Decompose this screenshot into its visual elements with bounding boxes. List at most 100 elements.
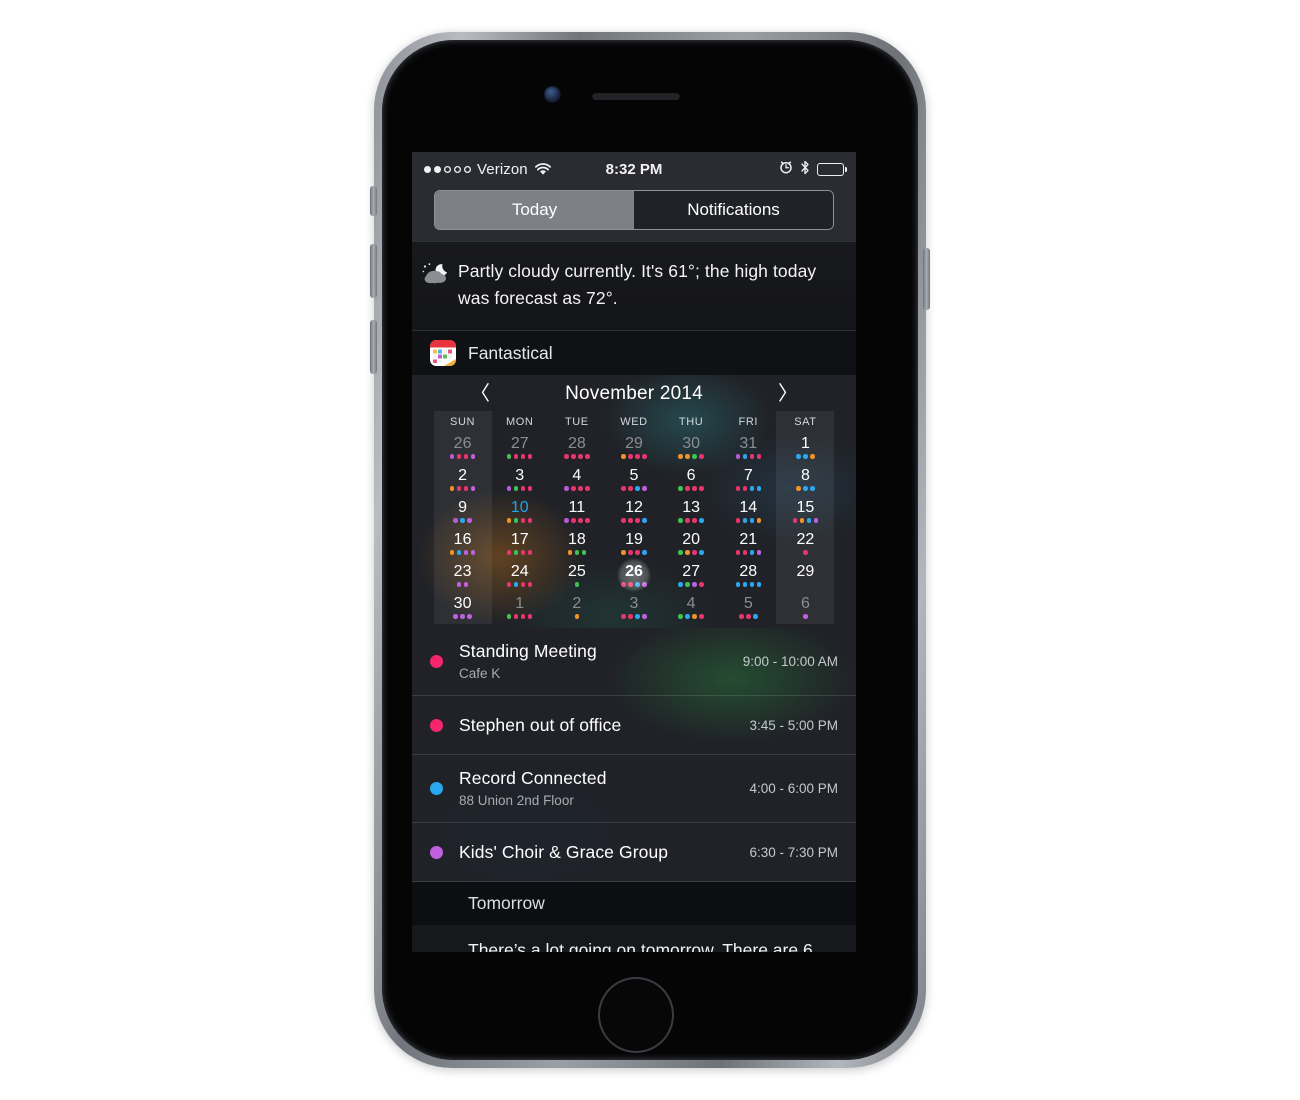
- calendar-day-cell[interactable]: 11: [548, 496, 605, 528]
- calendar-day-cell[interactable]: 2: [434, 464, 491, 496]
- calendar-day-cell[interactable]: 12: [605, 496, 662, 528]
- calendar-day-cell[interactable]: 27: [491, 432, 548, 464]
- calendar-day-cell[interactable]: 1: [491, 592, 548, 624]
- calendar-day-cell[interactable]: 22: [777, 528, 834, 560]
- calendar-day-number: 27: [510, 435, 529, 452]
- calendar-day-cell[interactable]: 14: [720, 496, 777, 528]
- calendar-day-cell[interactable]: 29: [605, 432, 662, 464]
- calendar-day-cell[interactable]: 10: [491, 496, 548, 528]
- prev-month-button[interactable]: 〈: [470, 384, 490, 404]
- calendar-day-cell[interactable]: 30: [663, 432, 720, 464]
- calendar-day-number: 1: [800, 435, 810, 452]
- calendar-day-cell[interactable]: 18: [548, 528, 605, 560]
- event-dot: [692, 518, 697, 523]
- event-dot: [449, 550, 455, 555]
- calendar-day-cell[interactable]: 28: [548, 432, 605, 464]
- calendar-day-cell[interactable]: 28: [720, 560, 777, 592]
- event-dot: [739, 614, 744, 619]
- calendar-day-cell[interactable]: 3: [491, 464, 548, 496]
- calendar-day-cell[interactable]: 6: [663, 464, 720, 496]
- event-dot: [506, 614, 512, 619]
- event-row[interactable]: Kids' Choir & Grace Group 6:30 - 7:30 PM: [412, 823, 856, 882]
- home-button[interactable]: [598, 977, 674, 1053]
- calendar-day-cell[interactable]: 19: [605, 528, 662, 560]
- power-button[interactable]: [923, 248, 930, 310]
- calendar-day-number: 10: [510, 499, 529, 516]
- event-dot: [749, 550, 755, 555]
- calendar-day-cell[interactable]: 16: [434, 528, 491, 560]
- calendar-day-cell[interactable]: 20: [663, 528, 720, 560]
- notification-center-tabs: Today Notifications: [412, 186, 856, 241]
- calendar-day-number: 21: [739, 531, 758, 548]
- event-color-dot: [430, 845, 443, 859]
- calendar-day-cell[interactable]: 17: [491, 528, 548, 560]
- calendar-day-cell[interactable]: 13: [663, 496, 720, 528]
- event-dot: [467, 518, 472, 523]
- event-dots: [434, 550, 491, 558]
- calendar-day-number: 5: [629, 467, 639, 484]
- event-dot: [621, 518, 626, 523]
- event-dot: [513, 518, 519, 523]
- event-dots: [720, 518, 777, 526]
- calendar-day-number: 18: [567, 531, 586, 548]
- next-month-button[interactable]: 〉: [778, 384, 798, 404]
- calendar-day-cell[interactable]: 25: [548, 560, 605, 592]
- event-dots: [777, 582, 834, 590]
- calendar-day-cell[interactable]: 8: [777, 464, 834, 496]
- event-body: Standing Meeting Cafe K: [459, 640, 733, 683]
- calendar-day-cell[interactable]: 24: [491, 560, 548, 592]
- calendar-day-cell[interactable]: 31: [720, 432, 777, 464]
- event-row[interactable]: Stephen out of office 3:45 - 5:00 PM: [412, 696, 856, 755]
- calendar-day-cell[interactable]: 21: [720, 528, 777, 560]
- day-of-week-sat: SAT: [777, 411, 834, 432]
- tab-notifications[interactable]: Notifications: [634, 191, 833, 229]
- calendar-day-cell[interactable]: 4: [548, 464, 605, 496]
- volume-down-button[interactable]: [370, 320, 377, 374]
- event-dot: [463, 550, 469, 555]
- weather-widget[interactable]: Partly cloudy currently. It's 61°; the h…: [412, 242, 856, 330]
- calendar-day-cell[interactable]: 26: [605, 558, 662, 592]
- event-location: Cafe K: [459, 666, 501, 681]
- volume-up-button[interactable]: [370, 244, 377, 298]
- event-dot: [685, 454, 690, 459]
- calendar-day-cell[interactable]: 15: [777, 496, 834, 528]
- tomorrow-heading: Tomorrow: [412, 882, 856, 925]
- calendar-day-cell[interactable]: 1: [777, 432, 834, 464]
- calendar-day-cell[interactable]: 3: [605, 592, 662, 624]
- event-row[interactable]: Standing Meeting Cafe K 9:00 - 10:00 AM: [412, 628, 856, 696]
- event-dot: [527, 454, 533, 459]
- event-dot: [756, 582, 762, 587]
- calendar-day-cell[interactable]: 9: [434, 496, 491, 528]
- event-dot: [678, 486, 683, 491]
- calendar-day-number: 6: [800, 595, 810, 612]
- calendar-day-cell[interactable]: 26: [434, 432, 491, 464]
- calendar-day-cell[interactable]: 2: [548, 592, 605, 624]
- event-dot: [756, 550, 762, 555]
- event-dot: [456, 550, 462, 555]
- silent-switch[interactable]: [370, 186, 377, 216]
- tab-today[interactable]: Today: [435, 191, 634, 229]
- calendar-day-cell[interactable]: 6: [777, 592, 834, 624]
- calendar-day-cell[interactable]: 23: [434, 560, 491, 592]
- calendar-day-cell[interactable]: 5: [720, 592, 777, 624]
- event-dots: [548, 582, 605, 590]
- event-dot: [527, 486, 533, 491]
- calendar-day-cell[interactable]: 30: [434, 592, 491, 624]
- event-dot: [513, 582, 519, 587]
- calendar-day-cell[interactable]: 27: [663, 560, 720, 592]
- day-of-week-label: WED: [620, 416, 648, 428]
- calendar-day-cell[interactable]: 7: [720, 464, 777, 496]
- event-dot: [520, 582, 526, 587]
- event-dot: [456, 486, 462, 491]
- event-row[interactable]: Record Connected 88 Union 2nd Floor 4:00 -…: [412, 755, 856, 823]
- event-dot: [678, 518, 683, 523]
- fantastical-widget-header[interactable]: Fantastical: [412, 331, 856, 375]
- event-location: 88 Union 2nd Floor: [459, 793, 574, 808]
- calendar-grid-widget[interactable]: 〈 November 2014 〉 SUN MON TUE WED THU FRI SAT …: [412, 375, 856, 628]
- event-dot: [803, 454, 808, 459]
- event-dots: [434, 614, 491, 622]
- calendar-day-cell[interactable]: 4: [663, 592, 720, 624]
- event-dot: [806, 518, 812, 523]
- calendar-day-cell[interactable]: 5: [605, 464, 662, 496]
- calendar-day-cell[interactable]: 29: [777, 560, 834, 592]
